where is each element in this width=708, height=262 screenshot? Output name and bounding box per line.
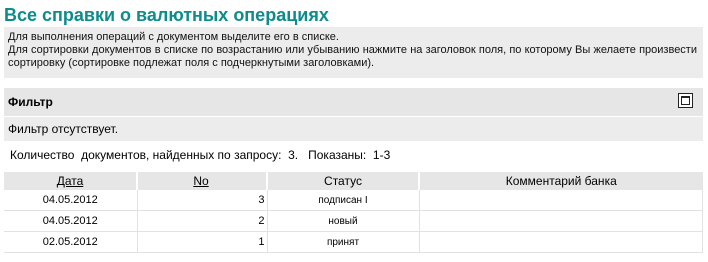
filter-title: Фильтр: [8, 95, 53, 109]
info-line-selection: Для выполнения операций с документом выд…: [8, 31, 339, 43]
cell-date: 04.05.2012: [4, 210, 138, 232]
result-count-value: 3.: [288, 148, 299, 162]
shown-range: 1-3: [372, 148, 391, 162]
maximize-icon[interactable]: [678, 93, 693, 108]
column-header-date[interactable]: Дата: [4, 172, 138, 190]
filter-status: Фильтр отсутствует.: [4, 117, 703, 141]
cell-comment: [419, 231, 703, 253]
cell-status: принят: [267, 231, 420, 253]
table-row[interactable]: 02.05.2012 1 принят: [4, 231, 703, 253]
column-header-status: Статус: [267, 172, 420, 190]
table-header-row: Дата No Статус Комментарий банка: [4, 172, 703, 190]
sort-by-no-link[interactable]: No: [193, 174, 208, 188]
documents-table: Дата No Статус Комментарий банка 04.05.2…: [4, 172, 703, 253]
info-panel: Для выполнения операций с документом выд…: [4, 27, 703, 78]
column-header-comment: Комментарий банка: [419, 172, 703, 190]
cell-date: 02.05.2012: [4, 231, 138, 253]
shown-label: Показаны:: [308, 148, 367, 162]
cell-comment: [419, 210, 703, 232]
result-count: Количество документов, найденных по запр…: [10, 148, 390, 162]
cell-status: подписан I: [267, 190, 420, 211]
cell-no: 3: [137, 190, 268, 211]
cell-comment: [419, 190, 703, 211]
info-line-sorting: Для сортировки документов в списке по во…: [8, 44, 697, 69]
cell-no: 2: [137, 210, 268, 232]
cell-status: новый: [267, 210, 420, 232]
cell-date: 04.05.2012: [4, 190, 138, 211]
table-row[interactable]: 04.05.2012 2 новый: [4, 210, 703, 232]
page-title: Все справки о валютных операциях: [4, 5, 329, 25]
cell-no: 1: [137, 231, 268, 253]
sort-by-date-link[interactable]: Дата: [57, 174, 84, 188]
column-header-no[interactable]: No: [137, 172, 268, 190]
table-row[interactable]: 04.05.2012 3 подписан I: [4, 190, 703, 211]
filter-header[interactable]: Фильтр: [4, 88, 703, 116]
result-count-label: Количество документов, найденных по запр…: [10, 148, 282, 162]
